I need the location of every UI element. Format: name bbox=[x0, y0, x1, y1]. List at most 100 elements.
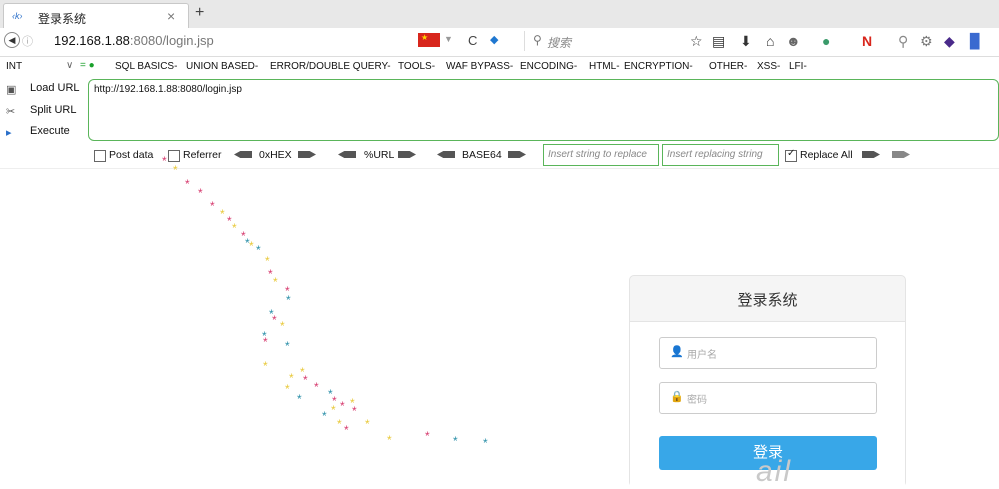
star-icon: * bbox=[387, 433, 392, 447]
url-label: %URL bbox=[364, 149, 395, 161]
search-icon: ⚲ bbox=[533, 33, 542, 47]
referrer-checkbox[interactable] bbox=[168, 150, 180, 162]
search-placeholder: 搜索 bbox=[547, 36, 572, 50]
menu-xss[interactable]: XSS- bbox=[757, 61, 780, 72]
search-input[interactable]: ⚲ 搜索 bbox=[524, 31, 685, 51]
execute-icon[interactable]: ▸ bbox=[6, 126, 12, 139]
int-select[interactable]: INT bbox=[6, 61, 22, 72]
login-title: 登录系统 bbox=[737, 292, 798, 309]
bird-icon[interactable]: ◆ bbox=[490, 33, 498, 46]
load-url-button[interactable]: Load URL bbox=[30, 82, 80, 94]
star-icon: * bbox=[185, 177, 190, 191]
replace-all-arrow[interactable] bbox=[892, 151, 910, 158]
back-icon[interactable]: ◀ bbox=[4, 32, 20, 48]
hackbar-menu: INT ∨ = ● SQL BASICS- UNION BASED- ERROR… bbox=[0, 57, 999, 77]
star-icon: * bbox=[314, 380, 319, 394]
star-icon: * bbox=[285, 382, 290, 396]
extension-icon[interactable]: ● bbox=[822, 33, 830, 49]
url-encode-arrow[interactable] bbox=[398, 151, 416, 158]
url-decode-arrow[interactable] bbox=[338, 151, 356, 158]
star-icon: * bbox=[365, 417, 370, 431]
check-icon: ✓ bbox=[787, 148, 796, 159]
referrer-label: Referrer bbox=[183, 149, 222, 161]
download-icon[interactable]: ⬇ bbox=[740, 33, 752, 50]
star-icon: * bbox=[285, 339, 290, 353]
menu-encoding[interactable]: ENCODING- bbox=[520, 61, 577, 72]
menu-other[interactable]: OTHER- bbox=[709, 61, 747, 72]
menu-union-based[interactable]: UNION BASED- bbox=[186, 61, 258, 72]
replace-all-label: Replace All bbox=[800, 149, 853, 161]
post-data-checkbox[interactable] bbox=[94, 150, 106, 162]
star-icon: * bbox=[232, 221, 237, 235]
star-icon: * bbox=[265, 254, 270, 268]
hex-label: 0xHEX bbox=[259, 149, 292, 161]
insert-string-placeholder: Insert string to replace bbox=[548, 149, 647, 160]
user-icon: 👤 bbox=[670, 346, 684, 358]
reload-icon[interactable]: C bbox=[468, 33, 477, 48]
divider bbox=[0, 168, 999, 169]
url-textarea[interactable]: http://192.168.1.88:8080/login.jsp bbox=[88, 79, 999, 141]
menu-lfi[interactable]: LFI- bbox=[789, 61, 807, 72]
star-icon: * bbox=[210, 199, 215, 213]
noscript-icon[interactable]: N bbox=[862, 33, 872, 49]
menu-error-double-query[interactable]: ERROR/DOUBLE QUERY- bbox=[270, 61, 391, 72]
menu-sql-basics[interactable]: SQL BASICS- bbox=[115, 61, 177, 72]
hex-encode-arrow[interactable] bbox=[298, 151, 316, 158]
star-icon: * bbox=[272, 313, 277, 327]
chevron-down-icon[interactable]: ▼ bbox=[444, 34, 453, 44]
zoom-icon[interactable]: ⚲ bbox=[898, 33, 908, 50]
star-icon: * bbox=[268, 267, 273, 281]
tab-login[interactable]: ‹k› 登录系统 × bbox=[3, 3, 189, 29]
reading-list-icon[interactable]: ▤ bbox=[712, 33, 725, 50]
star-icon: * bbox=[425, 429, 430, 443]
favicon-icon: ‹k› bbox=[12, 11, 23, 21]
flag-icon[interactable]: ★ bbox=[418, 33, 440, 47]
star-icon: * bbox=[249, 239, 254, 253]
home-icon[interactable]: ⌂ bbox=[766, 33, 774, 49]
base64-encode-arrow[interactable] bbox=[508, 151, 526, 158]
new-tab-button[interactable]: + bbox=[195, 4, 204, 22]
star-icon: * bbox=[220, 207, 225, 221]
password-field[interactable]: 🔒 密码 bbox=[659, 382, 877, 414]
load-url-icon[interactable]: ▣ bbox=[6, 83, 16, 96]
close-icon[interactable]: × bbox=[167, 8, 175, 24]
info-icon[interactable]: ⓘ bbox=[22, 33, 33, 49]
post-data-label: Post data bbox=[109, 149, 154, 161]
hackbar-icon[interactable]: ◆ bbox=[944, 33, 955, 50]
star-icon: * bbox=[303, 373, 308, 387]
menu-waf-bypass[interactable]: WAF BYPASS- bbox=[446, 61, 513, 72]
star-icon: * bbox=[273, 275, 278, 289]
smiley-icon[interactable]: ☻ bbox=[786, 33, 801, 49]
insert-replacing-input[interactable]: Insert replacing string bbox=[662, 144, 779, 166]
base64-label: BASE64 bbox=[462, 149, 502, 161]
replace-all-checkbox[interactable]: ✓ bbox=[785, 148, 797, 162]
star-icon: * bbox=[198, 186, 203, 200]
gear-icon[interactable]: ⚙ bbox=[920, 33, 933, 50]
toggle-icon[interactable]: = ● bbox=[80, 60, 95, 71]
star-icon: * bbox=[322, 409, 327, 423]
star-icon: * bbox=[256, 243, 261, 257]
username-placeholder: 用户名 bbox=[687, 350, 717, 361]
watermark: ail bbox=[756, 455, 793, 488]
execute-button[interactable]: Execute bbox=[30, 125, 70, 137]
star-icon: * bbox=[337, 417, 342, 431]
star-icon: * bbox=[331, 403, 336, 417]
menu-tools[interactable]: TOOLS- bbox=[398, 61, 435, 72]
split-url-button[interactable]: Split URL bbox=[30, 104, 76, 116]
menu-icon[interactable]: ▉ bbox=[970, 33, 981, 50]
menu-html[interactable]: HTML- bbox=[589, 61, 620, 72]
chevron-down-icon[interactable]: ∨ bbox=[66, 60, 73, 71]
username-field[interactable]: 👤 用户名 bbox=[659, 337, 877, 369]
insert-string-input[interactable]: Insert string to replace bbox=[543, 144, 659, 166]
split-url-icon[interactable]: ✂ bbox=[6, 105, 15, 118]
replace-arrow[interactable] bbox=[862, 151, 880, 158]
base64-decode-arrow[interactable] bbox=[437, 151, 455, 158]
star-icon: * bbox=[280, 319, 285, 333]
bookmark-star-icon[interactable]: ☆ bbox=[690, 33, 703, 50]
star-icon: * bbox=[340, 399, 345, 413]
navigation-bar: ◀ ⓘ 192.168.1.88:8080/login.jsp bbox=[0, 28, 999, 57]
menu-encryption[interactable]: ENCRYPTION- bbox=[624, 61, 693, 72]
star-icon: * bbox=[352, 404, 357, 418]
tab-title: 登录系统 bbox=[38, 12, 87, 26]
hex-decode-arrow[interactable] bbox=[234, 151, 252, 158]
